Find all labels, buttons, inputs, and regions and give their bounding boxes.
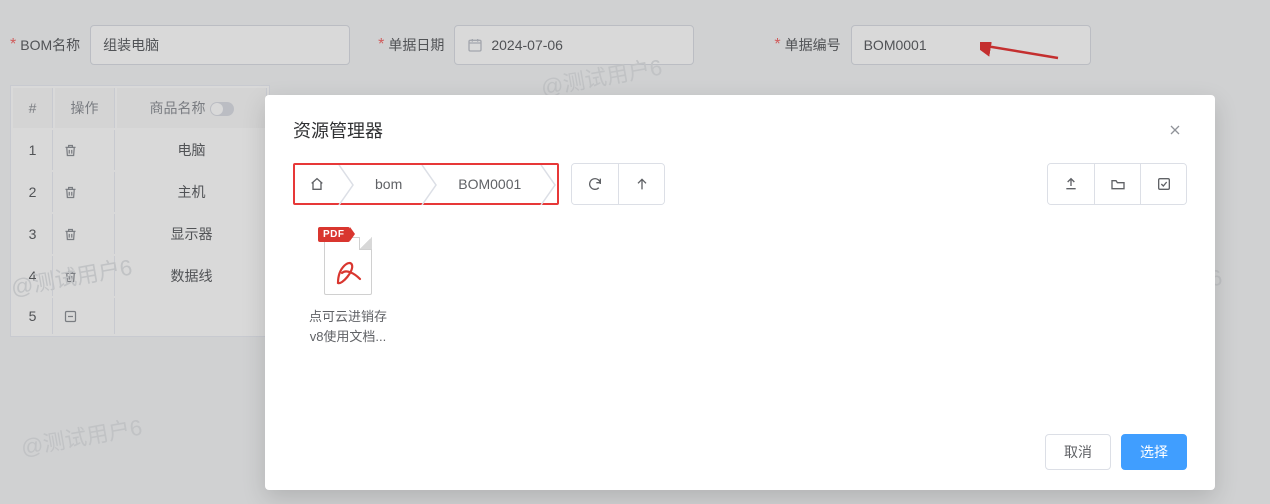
refresh-button[interactable] [572,164,618,204]
nav-button-group [571,163,665,205]
close-icon[interactable] [1163,118,1187,142]
new-folder-button[interactable] [1094,164,1140,204]
check-square-icon [1156,176,1172,192]
dialog-footer: 取消 选择 [1045,434,1187,470]
cancel-button[interactable]: 取消 [1045,434,1111,470]
arrow-up-icon [634,176,650,192]
folder-icon [1110,176,1126,192]
action-button-group [1047,163,1187,205]
dialog-title: 资源管理器 [293,117,383,143]
confirm-button[interactable]: 选择 [1121,434,1187,470]
pdf-badge: PDF [318,227,350,242]
refresh-icon [587,176,603,192]
select-all-button[interactable] [1140,164,1186,204]
breadcrumb-item-bom[interactable]: bom [355,165,422,203]
upload-icon [1063,176,1079,192]
home-icon [309,176,325,192]
breadcrumb: bom BOM0001 [293,163,559,205]
breadcrumb-home[interactable] [295,165,339,203]
resource-manager-dialog: 资源管理器 bom BOM0001 [265,95,1215,490]
chevron-right-icon [541,165,557,205]
pdf-file-icon: PDF [318,227,378,297]
chevron-right-icon [339,165,355,205]
go-up-button[interactable] [618,164,664,204]
chevron-right-icon [422,165,438,205]
breadcrumb-item-code[interactable]: BOM0001 [438,165,541,203]
file-item[interactable]: PDF 点可云进销存v8使用文档... [293,227,403,346]
dialog-toolbar: bom BOM0001 [293,163,1187,205]
upload-button[interactable] [1048,164,1094,204]
file-name: 点可云进销存v8使用文档... [293,307,403,346]
